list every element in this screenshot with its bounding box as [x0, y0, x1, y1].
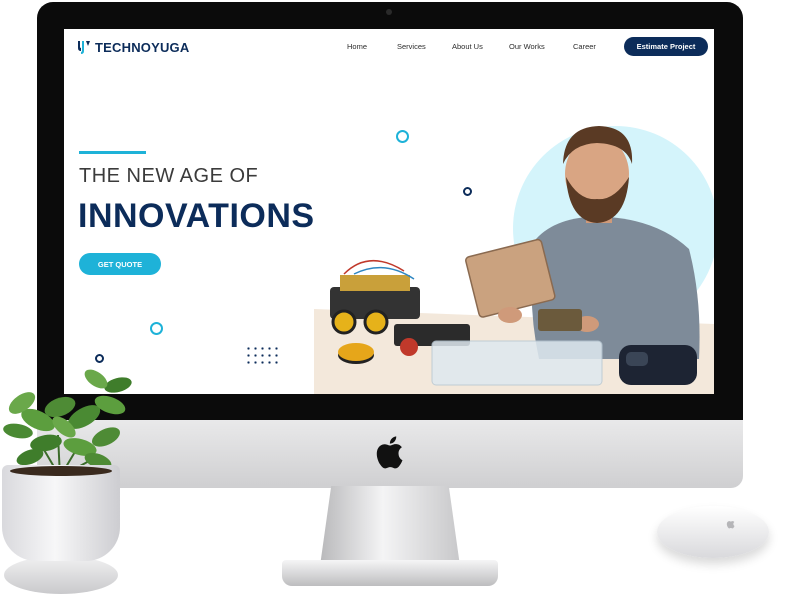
plant-soil — [10, 466, 112, 476]
decor-dot-grid — [245, 345, 279, 367]
plant-pot — [2, 465, 120, 561]
technoyuga-logo-icon — [78, 41, 90, 54]
plant-saucer — [4, 556, 118, 594]
nav-about-us[interactable]: About Us — [452, 42, 483, 51]
nav-career[interactable]: Career — [573, 42, 596, 51]
hero-image — [314, 126, 714, 394]
decor-ring-navy-bottom — [95, 354, 104, 363]
get-quote-button[interactable]: GET QUOTE — [79, 253, 161, 275]
logo-text: TECHNOYUGA — [95, 39, 190, 55]
apple-logo-icon — [376, 436, 403, 469]
mouse — [657, 506, 769, 558]
mouse-apple-icon — [726, 521, 735, 529]
estimate-project-button[interactable]: Estimate Project — [624, 37, 708, 56]
monitor-stand-neck — [320, 486, 460, 566]
monitor-stand-foot — [282, 560, 498, 586]
site-logo[interactable]: TECHNOYUGA — [76, 39, 189, 55]
hero-subtitle: THE NEW AGE OF — [79, 165, 259, 187]
decor-ring-cyan-bottom — [150, 322, 163, 335]
plant-leaves — [3, 369, 132, 478]
nav-home[interactable]: Home — [347, 42, 367, 51]
website-screen: TECHNOYUGA Home Services About Us Our Wo… — [64, 29, 714, 394]
nav-our-works[interactable]: Our Works — [509, 42, 545, 51]
webcam — [386, 9, 392, 15]
hero-title: INNOVATIONS — [78, 197, 315, 235]
nav-services[interactable]: Services — [397, 42, 426, 51]
hero-accent-line — [79, 151, 146, 154]
